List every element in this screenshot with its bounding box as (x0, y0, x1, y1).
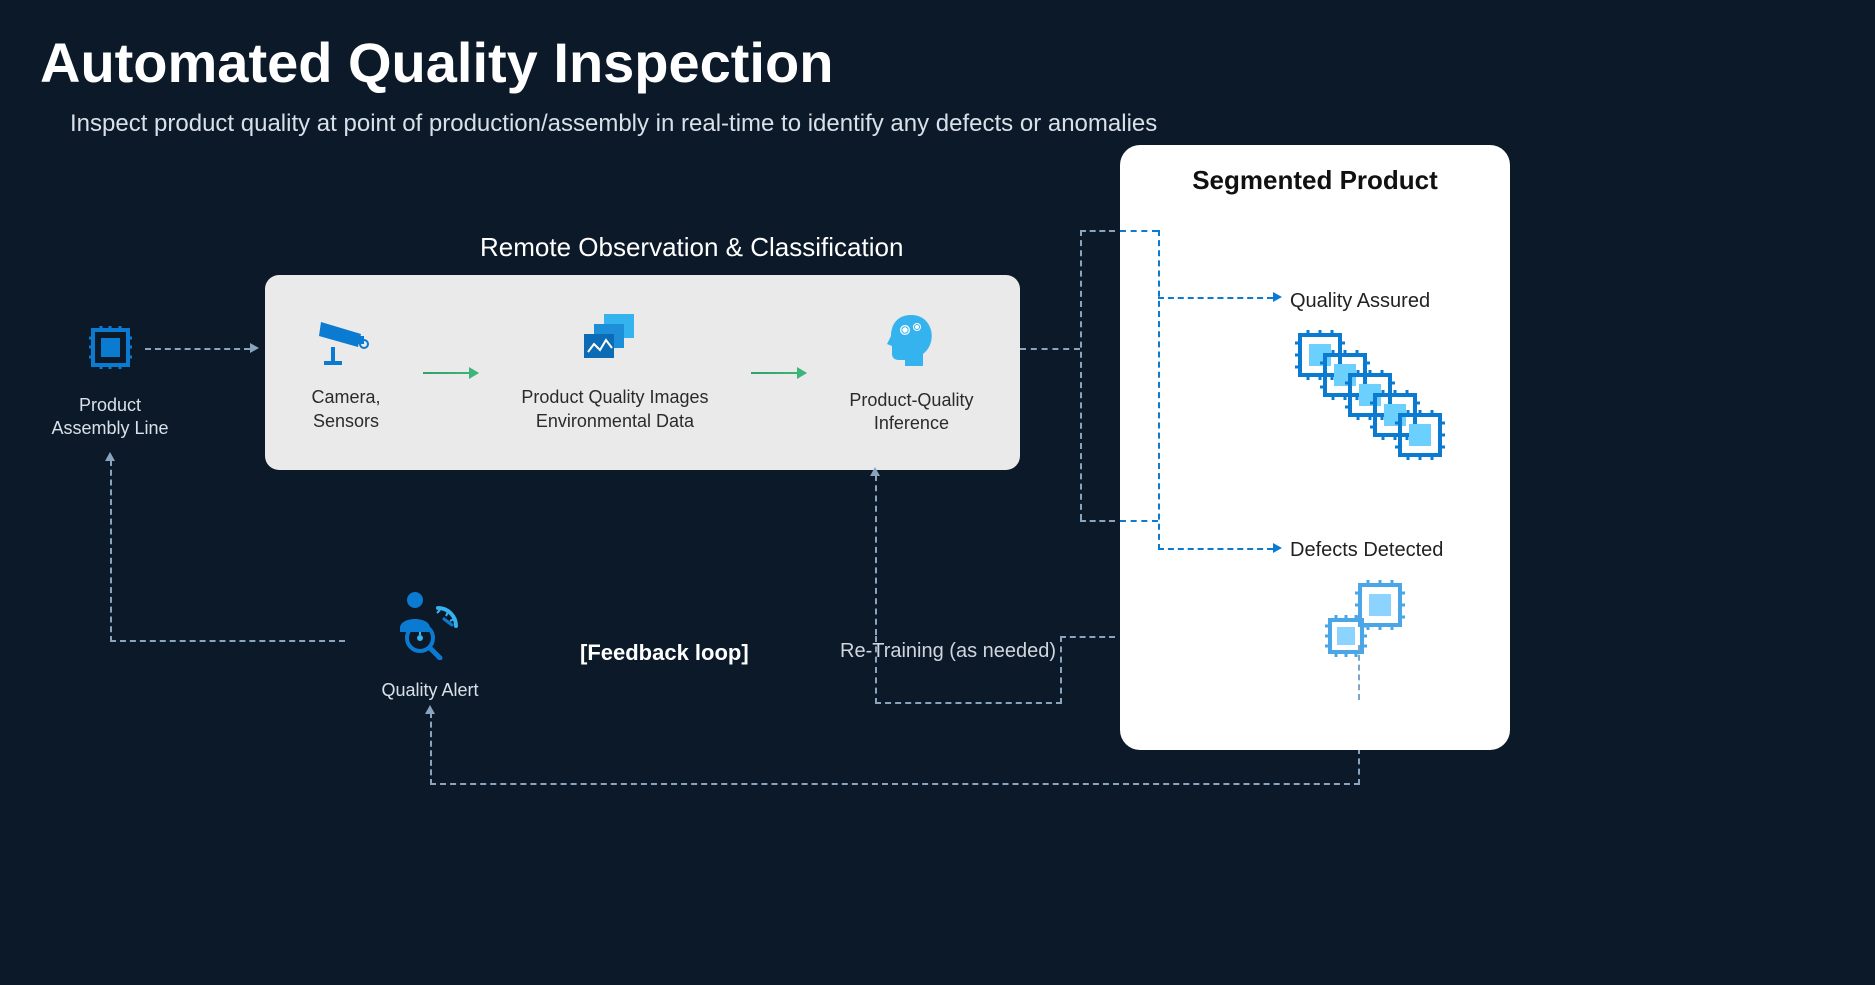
connector-defects (1158, 548, 1273, 550)
retraining-label: Re-Training (as needed) (840, 640, 1056, 663)
segmented-product-panel: Segmented Product Quality Assured Defect… (1120, 145, 1510, 750)
page-title: Automated Quality Inspection (40, 30, 833, 95)
connector-retraining-tosegment (1060, 636, 1115, 638)
defects-detected-label: Defects Detected (1290, 539, 1443, 562)
camera-label: Camera, Sensors (311, 386, 380, 433)
remote-section-title: Remote Observation & Classification (480, 232, 903, 263)
connector-inference-out (1020, 348, 1080, 350)
inference-node: Product-Quality Inference (849, 310, 973, 436)
connector-retraining-left-v (875, 636, 877, 704)
images-label: Product Quality Images Environmental Dat… (521, 386, 708, 433)
connector-assured (1158, 297, 1273, 299)
connector-branch-vertical (1080, 230, 1082, 520)
quality-alert-label: Quality Alert (381, 679, 478, 702)
quality-alert-node: Quality Alert (350, 590, 510, 702)
arrowhead-icon (1273, 543, 1282, 553)
chip-stack-icon (1290, 325, 1450, 470)
connector-assembly-to-remote (145, 348, 250, 350)
arrow-icon (423, 372, 478, 374)
camera-node: Camera, Sensors (311, 312, 380, 433)
connector-defects-feedback-h (430, 783, 1360, 785)
ai-head-icon (881, 310, 941, 375)
alert-inspector-icon (390, 590, 470, 665)
connector-branch-bottom (1080, 520, 1115, 522)
connector-defects-feedback-v-left (430, 712, 432, 785)
connector-segment-in-bottom (1120, 520, 1158, 522)
arrowhead-icon (1273, 292, 1282, 302)
quality-assured-label: Quality Assured (1290, 290, 1430, 313)
remote-observation-box: Camera, Sensors Product Quality Images E… (265, 275, 1020, 470)
connector-alert-up (110, 460, 112, 642)
feedback-loop-label: [Feedback loop] (580, 640, 749, 666)
images-node: Product Quality Images Environmental Dat… (521, 312, 708, 433)
assembly-label: Product Assembly Line (51, 394, 168, 441)
arrow-icon (751, 372, 806, 374)
connector-retraining-right-v (1060, 636, 1062, 704)
connector-segmented-v (1158, 230, 1160, 550)
arrowhead-icon (425, 705, 435, 714)
camera-icon (316, 312, 376, 372)
chip-icon (83, 320, 138, 380)
connector-alert-left (110, 640, 345, 642)
segmented-title: Segmented Product (1120, 165, 1510, 196)
connector-defect-down (1358, 645, 1360, 700)
connector-segment-in-top (1120, 230, 1158, 232)
page-subtitle: Inspect product quality at point of prod… (70, 110, 1157, 138)
inference-label: Product-Quality Inference (849, 389, 973, 436)
chip-defect-icon (1320, 575, 1420, 670)
arrowhead-icon (105, 452, 115, 461)
assembly-node: Product Assembly Line (40, 320, 180, 441)
arrowhead-icon (250, 343, 259, 353)
connector-branch-top (1080, 230, 1115, 232)
connector-retraining-up (875, 475, 877, 635)
connector-retraining-bottom (875, 702, 1062, 704)
arrowhead-icon (870, 467, 880, 476)
images-icon (582, 312, 647, 372)
